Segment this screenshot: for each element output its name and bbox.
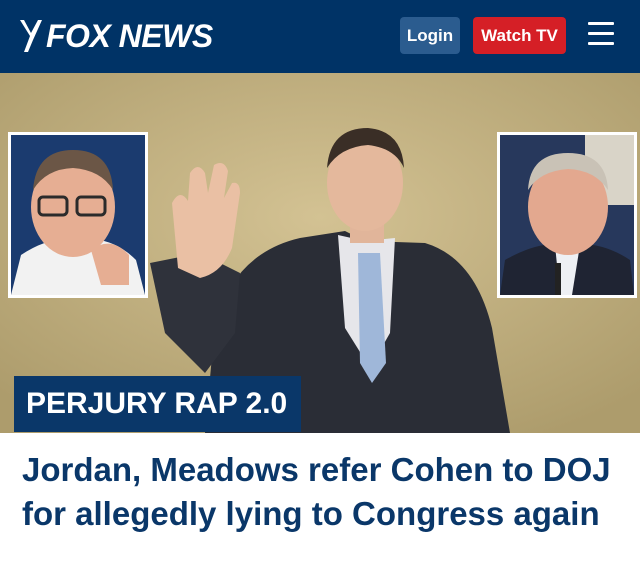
- logo-text: FOX NEWS: [46, 17, 213, 54]
- story-kicker-label[interactable]: PERJURY RAP 2.0: [14, 376, 302, 432]
- watch-tv-button[interactable]: Watch TV: [473, 17, 566, 54]
- portrait-jordan: [11, 135, 145, 295]
- inset-photo-right: [497, 132, 637, 298]
- fox-news-logo[interactable]: FOX NEWS: [18, 14, 213, 58]
- login-button[interactable]: Login: [400, 17, 460, 54]
- portrait-meadows: [500, 135, 634, 295]
- site-header: FOX NEWS Login Watch TV: [0, 0, 640, 73]
- story-headline[interactable]: Jordan, Meadows refer Cohen to DOJ for a…: [22, 448, 622, 536]
- hamburger-menu-icon[interactable]: [588, 22, 616, 50]
- inset-photo-left: [8, 132, 148, 298]
- searchlight-logo-icon: [20, 20, 42, 52]
